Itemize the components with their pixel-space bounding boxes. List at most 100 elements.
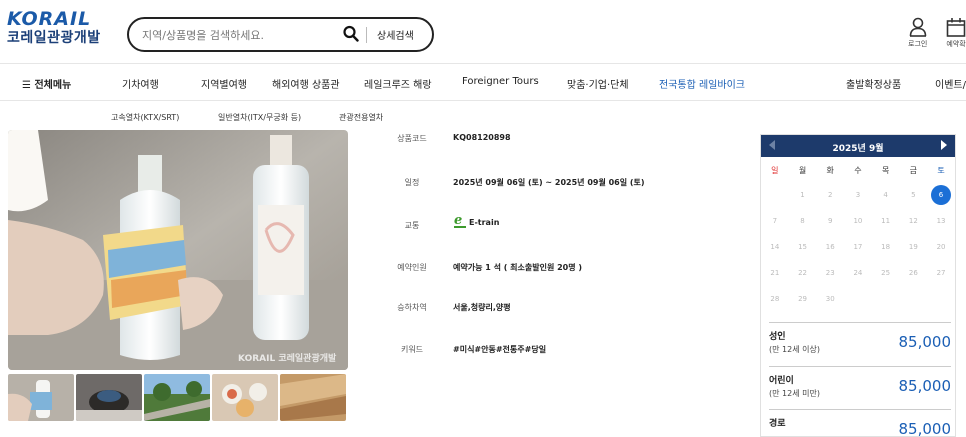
calendar-day[interactable]: 15	[789, 241, 817, 253]
selected-day-badge: 6	[931, 185, 952, 205]
calendar-day[interactable]: 27	[927, 267, 955, 279]
nav-train-travel[interactable]: 기차여행	[122, 76, 159, 91]
weekday-sat: 토	[937, 166, 945, 175]
senior-price: 85,000	[898, 420, 952, 437]
calendar-day[interactable]: 24	[844, 267, 872, 279]
adult-price: 85,000	[898, 333, 952, 351]
calendar-day[interactable]: 14	[761, 241, 789, 253]
calendar-week-row: 28 29 30	[761, 293, 955, 319]
calendar-day[interactable]: 5	[900, 189, 928, 201]
weekday-sun: 일	[771, 166, 779, 175]
calendar-day[interactable]: 30	[816, 293, 844, 305]
calendar-day[interactable]: 8	[789, 215, 817, 227]
senior-label: 경로	[769, 419, 786, 429]
calendar-day[interactable]: 11	[872, 215, 900, 227]
detail-search-button[interactable]: 상세검색	[377, 27, 414, 42]
weekday-thu: 목	[881, 166, 890, 175]
calendar-weeks: 1 2 3 4 5 6 7 8 9 10 11 12 13 14 15 16 17 18 19 20 21 22 23 24 2…	[761, 185, 955, 319]
child-price: 85,000	[898, 377, 952, 395]
nav-events[interactable]: 이벤트/	[935, 76, 966, 91]
capacity-value: 예약가능 1 석 ( 최소출발인원 20명 )	[453, 263, 583, 272]
calendar-grid: 일 월 화 수 목 금 토 1 2 3 4 5 6 7 8 9 10 11 12 13 14 15 16 17 1…	[761, 165, 955, 319]
product-code-label: 상품코드	[397, 134, 427, 143]
calendar-day[interactable]: 26	[900, 267, 928, 279]
calendar-day[interactable]: 9	[816, 215, 844, 227]
nav-rail-bike[interactable]: 전국통합 레일바이크	[659, 76, 745, 91]
main-navigation: ☰ 전체메뉴 기차여행 지역별여행 해외여행 상품관 레일크루즈 해랑 Fore…	[0, 63, 966, 101]
price-adult: 성인 (만 12세 이상) 85,000	[769, 322, 951, 366]
nav-overseas-travel[interactable]: 해외여행 상품관	[272, 76, 340, 91]
calendar-day[interactable]: 10	[844, 215, 872, 227]
svg-text:e: e	[454, 213, 462, 228]
thumbnail-1[interactable]	[8, 374, 74, 421]
calendar-day[interactable]: 19	[900, 241, 928, 253]
price-child: 어린이 (만 12세 미만) 85,000	[769, 366, 951, 409]
logo-wordmark: KORAIL	[7, 8, 92, 30]
capacity-label: 예약인원	[397, 263, 427, 272]
calendar-day[interactable]: 17	[844, 241, 872, 253]
calendar-day[interactable]: 7	[761, 215, 789, 227]
weekday-mon: 월	[798, 166, 807, 175]
next-month-icon[interactable]	[941, 140, 947, 150]
price-senior: 경로 85,000	[769, 409, 951, 437]
calendar-day-selected[interactable]: 6	[927, 185, 955, 205]
calendar-day[interactable]: 12	[900, 215, 928, 227]
nav-custom-group[interactable]: 맞춤·기업·단체	[567, 76, 629, 91]
thumbnail-4[interactable]	[212, 374, 278, 421]
calendar-day[interactable]: 23	[816, 267, 844, 279]
subnav-tourist-train[interactable]: 관광전용열차	[339, 112, 383, 123]
adult-age-note: (만 12세 이상)	[769, 345, 820, 354]
keywords-label: 키워드	[400, 345, 424, 354]
calendar-day[interactable]: 22	[789, 267, 817, 279]
search-input[interactable]	[142, 26, 332, 44]
reservation-label: 예약확	[946, 40, 966, 48]
calendar-day[interactable]: 18	[872, 241, 900, 253]
login-label: 로그인	[908, 40, 928, 48]
search-icon[interactable]	[343, 25, 359, 43]
nav-regional-travel[interactable]: 지역별여행	[201, 76, 247, 91]
nav-foreigner-tours[interactable]: Foreigner Tours	[462, 76, 539, 87]
child-label: 어린이	[769, 376, 794, 386]
calendar-day[interactable]: 13	[927, 215, 955, 227]
search-bar: 상세검색	[127, 17, 434, 52]
product-code-value: KQ08120898	[453, 133, 511, 142]
login-button[interactable]: 로그인	[908, 17, 927, 49]
thumbnail-5[interactable]	[280, 374, 346, 421]
keywords-value: #미식#안동#전통주#당일	[453, 345, 547, 354]
weekday-row: 일 월 화 수 목 금 토	[761, 165, 955, 189]
calendar-week-row: 123456	[761, 185, 955, 215]
calendar-day[interactable]: 16	[816, 241, 844, 253]
calendar-day[interactable]: 3	[844, 189, 872, 201]
korail-logo[interactable]: KORAIL 코레일관광개발	[7, 9, 107, 47]
departure-calendar: 2025년 9월 일 월 화 수 목 금 토 1 2 3 4 5 6 7 8 9 10 11 12 13…	[760, 134, 956, 437]
subnav-ktx-srt[interactable]: 고속열차(KTX/SRT)	[111, 112, 179, 123]
calendar-day[interactable]: 21	[761, 267, 789, 279]
subnav-general-train[interactable]: 일반열차(ITX/무궁화 등)	[218, 112, 301, 123]
adult-label: 성인	[769, 332, 786, 342]
calendar-day[interactable]: 28	[761, 293, 789, 305]
logo-korean-name: 코레일관광개발	[7, 30, 101, 46]
stations-value: 서울,청량리,양평	[453, 303, 511, 312]
reservation-button[interactable]: 예약확	[946, 17, 966, 49]
transport-name: E-train	[469, 218, 500, 227]
calendar-day[interactable]: 20	[927, 241, 955, 253]
transport-value: e E-train	[453, 213, 499, 229]
calendar-day[interactable]: 29	[789, 293, 817, 305]
calendar-day[interactable]: 1	[789, 189, 817, 201]
user-icon	[909, 17, 926, 37]
e-train-icon: e	[454, 213, 466, 228]
thumbnail-2[interactable]	[76, 374, 142, 421]
transport-label: 교통	[404, 221, 420, 230]
calendar-day[interactable]: 2	[816, 189, 844, 201]
thumbnail-3[interactable]	[144, 374, 210, 421]
schedule-value: 2025년 09월 06일 (토) ~ 2025년 09월 06일 (토)	[453, 178, 645, 187]
nav-rail-cruise[interactable]: 레일크루즈 해랑	[364, 76, 432, 91]
calendar-day[interactable]: 4	[872, 189, 900, 201]
all-menu-button[interactable]: ☰ 전체메뉴	[22, 76, 71, 91]
weekday-wed: 수	[854, 166, 862, 175]
nav-confirmed-departure[interactable]: 출발확정상품	[846, 76, 901, 91]
calendar-day[interactable]: 25	[872, 267, 900, 279]
watermark-text: KORAIL 코레일관광개발	[238, 352, 337, 364]
calendar-title: 2025년 9월	[832, 144, 884, 154]
calendar-week-row: 21 22 23 24 25 26 27	[761, 267, 955, 293]
